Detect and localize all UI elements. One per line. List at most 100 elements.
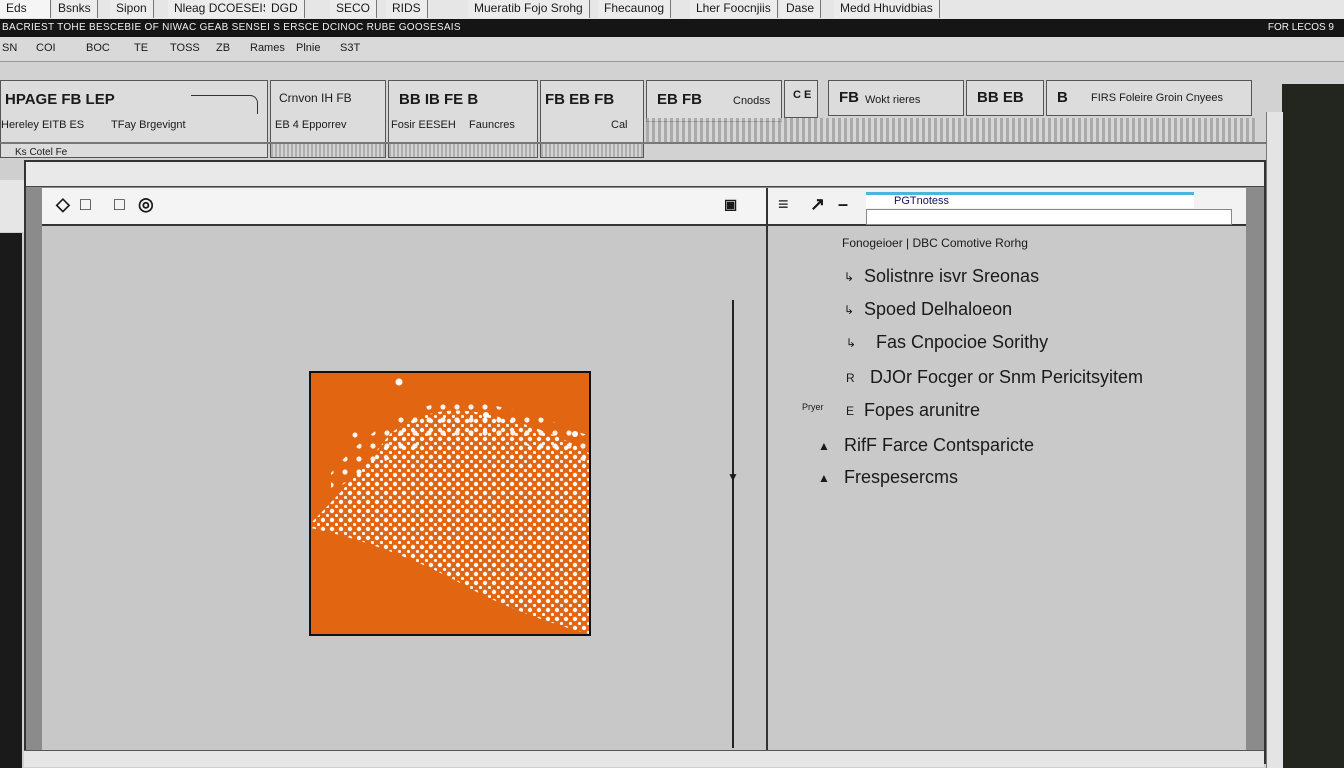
ribbon-texture [541, 143, 643, 157]
menu-item[interactable]: BOC [86, 42, 110, 54]
tab[interactable]: Mueratib Fojo Srohg [468, 0, 590, 18]
ribbon-icons[interactable]: C E [793, 89, 811, 101]
tree-marker: ↳ [846, 336, 857, 350]
ribbon-icons[interactable]: BB EB [977, 89, 1024, 106]
panel-toggle-icon[interactable]: ▣ [724, 196, 737, 213]
tab[interactable]: Medd Hhuvidbias [834, 0, 940, 18]
ribbon-icons[interactable]: BB IB FE B [399, 91, 478, 108]
diamond-tool-icon[interactable]: ◇ [56, 194, 70, 215]
ribbon-label: Fauncres [469, 119, 515, 131]
menu-item[interactable]: TOSS [170, 42, 200, 54]
menu-bar: SN COI BOC TE TOSS ZB Rames Plnie S3T [0, 37, 1344, 62]
left-sidebar [0, 233, 22, 768]
tree-item[interactable]: ↳ Solistnre isvr Sreonas [844, 266, 1039, 287]
ribbon-icons[interactable]: Crnvon IH FB [279, 91, 352, 105]
pen-icon[interactable]: ↗ [810, 194, 825, 215]
ribbon-group-8: BB EB [966, 80, 1044, 116]
ribbon-sublabel: Ks Cotel Fe [15, 147, 68, 158]
tab[interactable]: RIDS [386, 0, 428, 18]
tab[interactable]: SECO [330, 0, 378, 18]
tree-item[interactable]: ▲ Frespesercms [818, 467, 958, 488]
tree-marker: E [846, 404, 855, 418]
vertical-scrollbar[interactable] [1266, 112, 1283, 768]
tree-item[interactable]: ↳ Fas Cnpocioe Sorithy [846, 332, 1048, 353]
ribbon-group-3: BB IB FE B Fosir EESEH Fauncres [388, 80, 538, 158]
ribbon-icons[interactable]: FB EB FB [545, 91, 614, 108]
ribbon-group-6: C E [784, 80, 818, 118]
menu-item[interactable]: Rames [250, 42, 285, 54]
tree-item[interactable]: ↳ Spoed Delhaloeon [844, 299, 1012, 320]
ribbon-divider [0, 142, 1344, 144]
tree-header: Fonogeioer | DBC Comotive Rorhg [842, 236, 1028, 250]
ribbon-group-2: Crnvon IH FB EB 4 Epporrev [270, 80, 386, 158]
tree-item-label: Frespesercms [844, 467, 959, 487]
ribbon-group-4: FB EB FB Cal [540, 80, 644, 158]
menu-item[interactable]: SN [2, 42, 17, 54]
tab[interactable]: Sipon [110, 0, 154, 18]
ribbon-label: Hereley EITB ES [1, 119, 85, 131]
search-field-frame [866, 209, 1232, 225]
tab-strip: Eds Bsnks Sipon Nleag DCOESEIS DGD SECO … [0, 0, 1344, 20]
menu-item[interactable]: Plnie [296, 42, 320, 54]
tab[interactable]: Fhecaunog [598, 0, 672, 18]
ribbon-texture [646, 118, 1256, 144]
tab[interactable]: Eds [0, 0, 51, 18]
window-title-right: FOR LECOS 9 [1267, 22, 1334, 33]
tree-item-label: Fas Cnpocioe Sorithy [876, 332, 1049, 352]
ribbon-texture [389, 143, 537, 157]
left-sidebar-top [0, 180, 25, 232]
ribbon-decor [191, 95, 258, 114]
tab[interactable]: Bsnks [52, 0, 98, 18]
tree-marker: ↳ [844, 303, 855, 317]
ribbon: HPAGE FB LEP Hereley EITB ES TFay Brgevi… [0, 62, 1344, 160]
circle-tool-icon[interactable]: ◎ [138, 194, 154, 215]
tree-marker: ▲ [818, 471, 830, 485]
ribbon-label: Cnodss [733, 95, 771, 107]
title-bar: BACRIEST TOHE BESCEBIE OF NIWAC GEAB SEN… [0, 19, 1344, 37]
ribbon-label: Fosir EESEH [391, 119, 456, 131]
window-title: BACRIEST TOHE BESCEBIE OF NIWAC GEAB SEN… [2, 22, 461, 33]
tree-item[interactable]: R DJOr Focger or Snm Pericitsyitem [846, 367, 1143, 388]
tree-item-label: DJOr Focger or Snm Pericitsyitem [870, 367, 1144, 387]
tree-item-label: Fopes arunitre [864, 400, 981, 420]
menu-item[interactable]: TE [134, 42, 148, 54]
search-input[interactable]: PGTnotess [866, 192, 1194, 208]
menu-item[interactable]: ZB [216, 42, 230, 54]
menu-item[interactable]: S3T [340, 42, 360, 54]
menu-item[interactable]: COI [36, 42, 56, 54]
guide-line[interactable] [732, 300, 734, 748]
window-header [26, 162, 1264, 187]
ribbon-icons[interactable]: B [1057, 89, 1068, 106]
tab[interactable]: Nleag DCOESEIS [168, 0, 278, 18]
right-dark-panel [1282, 84, 1344, 768]
tree-marker: ↳ [844, 270, 855, 284]
ribbon-icons[interactable]: FB [839, 89, 859, 106]
tab[interactable]: DGD [265, 0, 305, 18]
tab[interactable]: Dase [780, 0, 822, 18]
rect-tool-icon[interactable]: □ [80, 194, 91, 215]
minus-icon[interactable]: – [838, 194, 848, 215]
ribbon-group-1: HPAGE FB LEP Hereley EITB ES TFay Brgevi… [0, 80, 268, 158]
tree-item-label: Solistnre isvr Sreonas [864, 266, 1040, 286]
ribbon-icons[interactable]: EB FB [657, 91, 702, 108]
ribbon-group-7: FB Wokt rieres [828, 80, 964, 116]
ribbon-label: EB 4 Epporrev [275, 119, 347, 131]
ribbon-texture [271, 143, 385, 157]
ribbon-label: Wokt rieres [865, 94, 921, 106]
ribbon-icons[interactable]: HPAGE FB LEP [5, 91, 115, 108]
search-input-value: PGTnotess [894, 195, 950, 207]
frame-tool-icon[interactable]: □ [114, 194, 125, 215]
particle-artwork [311, 378, 589, 634]
canvas-toolbar: ◇ □ □ ◎ ▣ [42, 188, 766, 226]
ribbon-group-5: EB FB Cnodss [646, 80, 782, 122]
tab[interactable]: Lher Foocnjiis [690, 0, 778, 18]
tree-item-label: RifF Farce Contsparicte [844, 435, 1035, 455]
ribbon-label: Cal [611, 119, 628, 131]
ribbon-group-9: B FIRS Foleire Groin Cnyees [1046, 80, 1252, 116]
orange-image[interactable] [309, 371, 591, 636]
tree-item[interactable]: E Fopes arunitre [846, 400, 980, 421]
arrow-down-icon: ▼ [727, 470, 739, 484]
menu-icon[interactable]: ≡ [778, 194, 789, 215]
tree-marker: ▲ [818, 439, 830, 453]
tree-item[interactable]: ▲ RifF Farce Contsparicte [818, 435, 1034, 456]
